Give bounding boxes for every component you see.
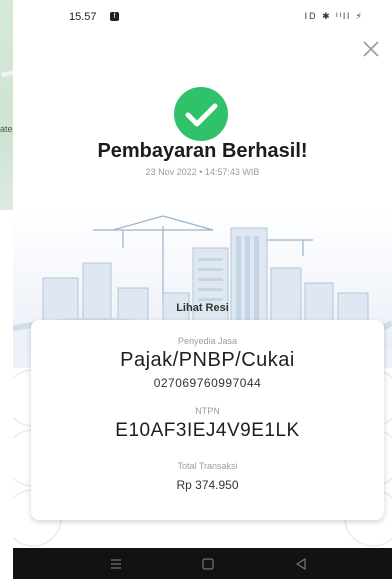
back-icon [296,558,306,570]
transaction-datetime: 23 Nov 2022 • 14:57:43 WIB [145,167,260,177]
system-status-icons: ID ✱ ᴵᴵll ⚡ [304,11,364,21]
map-label: ate [0,124,13,134]
close-button[interactable] [360,38,382,60]
close-icon [363,41,379,57]
home-icon [202,558,214,570]
status-time: 15.57 [69,11,97,23]
recent-apps-button[interactable] [108,556,124,572]
ntpn-value: E10AF3IEJ4V9E1LK [115,420,300,441]
status-bar: 15.57 f ID ✱ ᴵᴵll ⚡ [13,0,392,34]
ntpn-label: NTPN [195,406,220,416]
receipt-card: Penyedia Jasa Pajak/PNBP/Cukai 027069760… [31,320,384,520]
menu-icon [111,559,121,569]
total-amount: Rp 374.950 [176,478,239,492]
back-button[interactable] [293,556,309,572]
provider-name: Pajak/PNBP/Cukai [120,349,295,371]
success-title: Pembayaran Berhasil! [97,140,308,162]
billing-code: 027069760997044 [153,376,262,390]
payment-success-screen: 15.57 f ID ✱ ᴵᴵll ⚡ Pembayaran Berhasil!… [13,0,392,579]
total-label: Total Transaksi [177,461,238,471]
provider-label: Penyedia Jasa [177,336,238,346]
check-circle-icon [174,87,228,141]
home-button[interactable] [200,556,216,572]
facebook-notification-icon: f [110,12,119,21]
view-receipt-link[interactable]: Lihat Resi [13,302,392,314]
navigation-bar [13,548,392,579]
